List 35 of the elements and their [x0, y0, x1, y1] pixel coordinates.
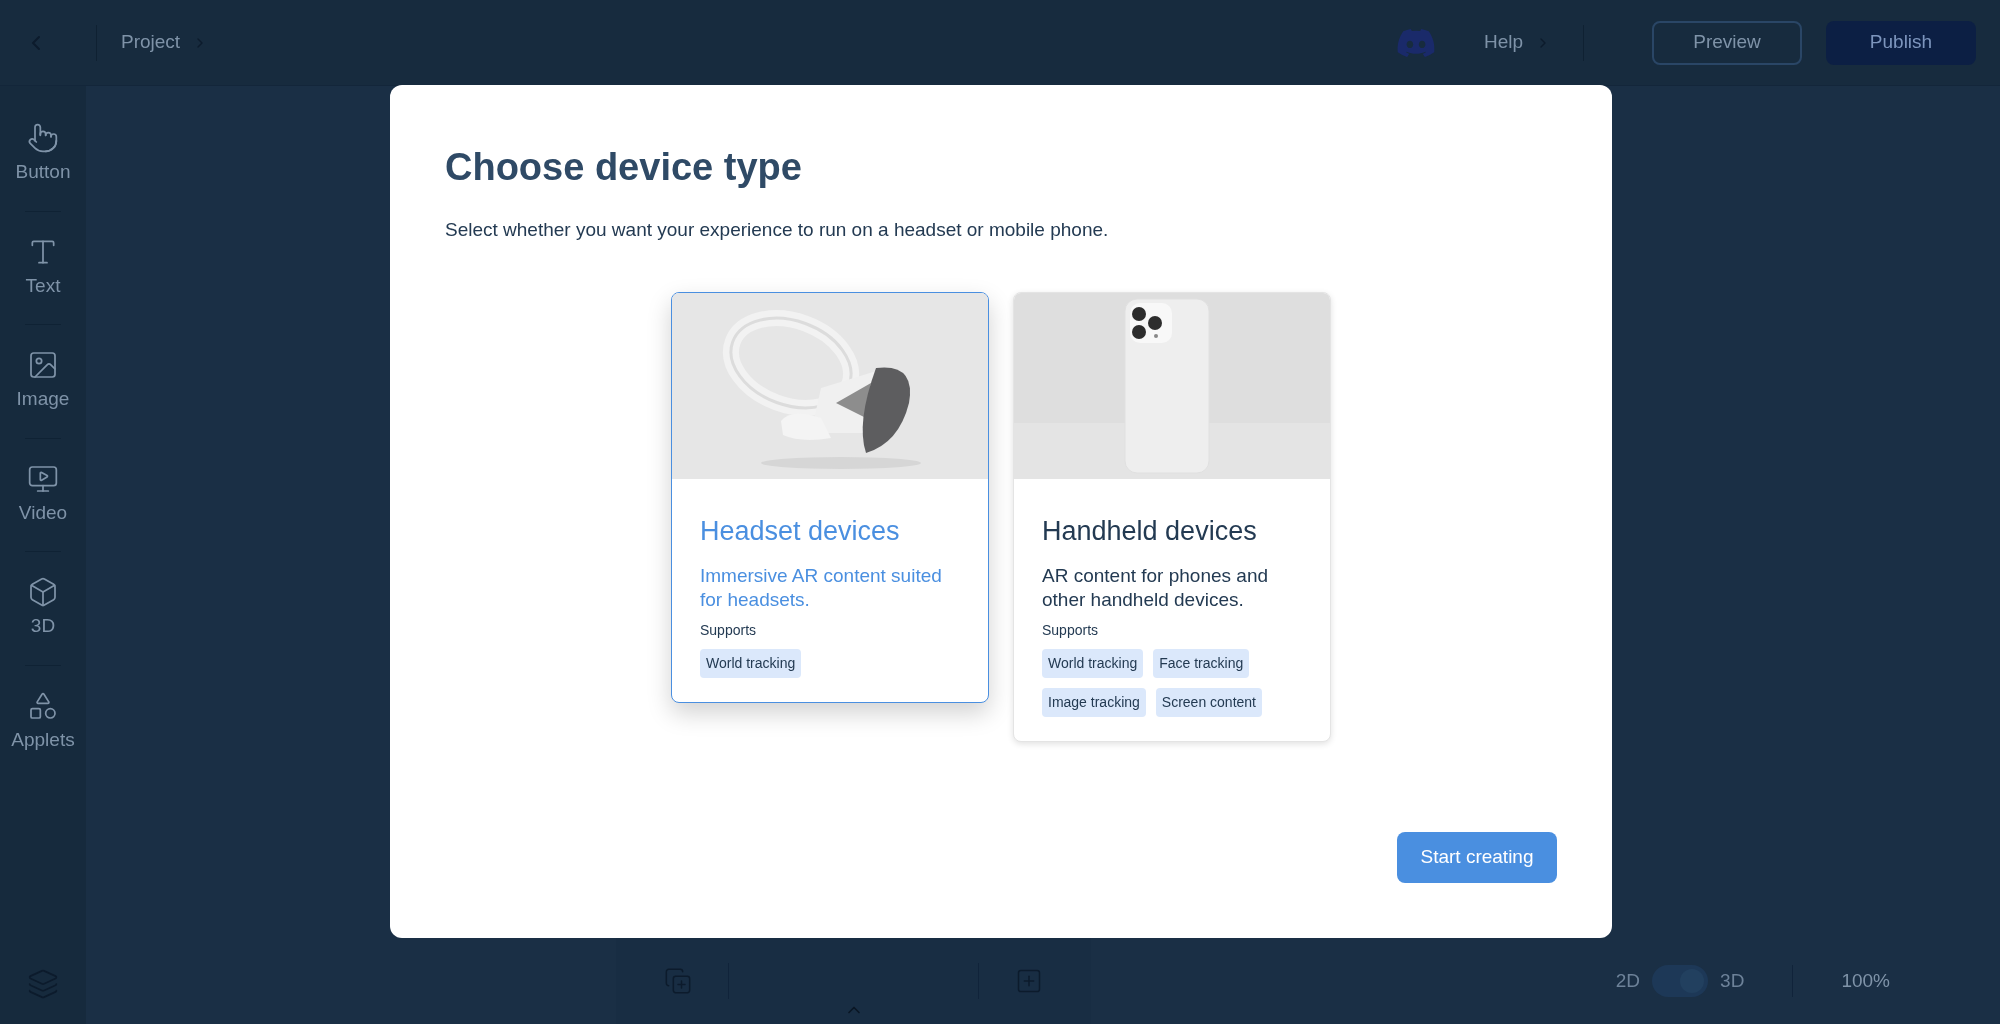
card-description: Immersive AR content suited for headsets.: [700, 564, 943, 613]
pointer-hand-icon: [27, 122, 59, 154]
tool-button[interactable]: Button: [15, 122, 71, 187]
card-title: Handheld devices: [1042, 514, 1258, 548]
tool-button[interactable]: Text: [25, 235, 61, 300]
view-toggle[interactable]: [1652, 965, 1709, 997]
device-card[interactable]: Headset devices Immersive AR content suited for headsets. Supports World tracking: [671, 291, 989, 704]
feature-tag: Face tracking: [1153, 649, 1250, 679]
cube-icon: [27, 576, 59, 608]
feature-tag: World tracking: [700, 649, 802, 679]
card-description: AR content for phones and other handheld devices.: [1042, 564, 1270, 613]
supports-label: Supports: [700, 621, 758, 641]
feature-tag: Image tracking: [1042, 688, 1146, 718]
device-card[interactable]: Handheld devices AR content for phones and other handheld devices. Supports World tracking Face tracking Image tracking Screen content: [1013, 291, 1331, 743]
help-link[interactable]: Help: [1483, 28, 1523, 57]
feature-tag: World tracking: [1042, 649, 1144, 679]
card-title: Headset devices: [700, 514, 901, 548]
breadcrumb-link[interactable]: Project: [121, 28, 181, 57]
publish-button[interactable]: Publish: [1826, 20, 1976, 65]
start-creating-button[interactable]: Start creating: [1397, 832, 1557, 883]
zoom-level: 100%: [1841, 968, 1890, 993]
feature-tag: Screen content: [1155, 688, 1262, 718]
dialog-subtitle: Select whether you want your experience to run on a headset or mobile phone.: [445, 218, 1110, 242]
toggle-label: 2D: [1615, 968, 1641, 993]
supports-label: Supports: [1042, 621, 1100, 641]
add-icon[interactable]: [1015, 967, 1043, 995]
image-icon: [27, 349, 59, 381]
tool-button[interactable]: Image: [16, 349, 70, 414]
tool-button[interactable]: Applets: [11, 689, 75, 754]
tool-button[interactable]: 3D: [27, 576, 59, 641]
dialog-title: Choose device type: [445, 145, 803, 190]
preview-button[interactable]: Preview: [1652, 20, 1802, 65]
tool-button[interactable]: Video: [18, 462, 68, 527]
toggle-label: 3D: [1720, 968, 1745, 993]
duplicate-icon[interactable]: [664, 967, 692, 995]
